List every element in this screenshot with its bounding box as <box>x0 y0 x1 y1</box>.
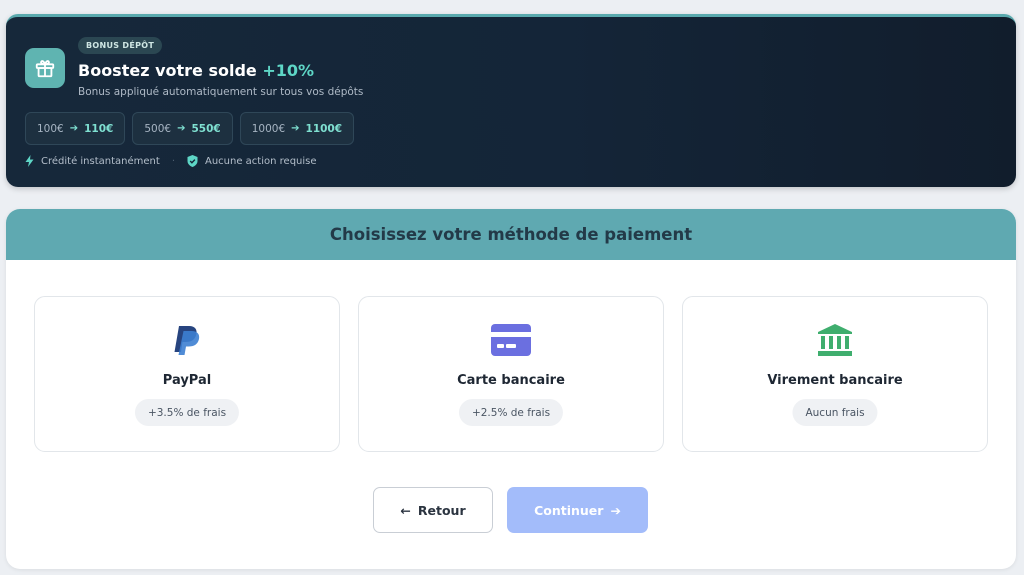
method-name: Carte bancaire <box>457 373 565 388</box>
gift-icon <box>25 48 65 88</box>
bonus-perks: Crédité instantanément · Aucune action r… <box>25 155 317 167</box>
method-paypal[interactable]: PayPal +3.5% de frais <box>34 296 340 452</box>
perk-label: Crédité instantanément <box>41 155 160 167</box>
chip-to: 550€ <box>191 122 221 135</box>
method-name: PayPal <box>162 373 212 388</box>
bonus-chip: 100€ ➔ 110€ <box>25 112 126 145</box>
bonus-badge: BONUS DÉPÔT <box>78 37 163 54</box>
shield-check-icon <box>187 155 198 167</box>
chip-from: 1000€ <box>251 122 286 135</box>
perk-no-action: Aucune action requise <box>187 155 317 167</box>
lightning-icon <box>25 155 34 167</box>
bonus-examples: 100€ ➔ 110€ 500€ ➔ 550€ 1000€ ➔ 1100€ <box>25 112 355 145</box>
method-card[interactable]: Carte bancaire +2.5% de frais <box>358 296 664 452</box>
bonus-title: Boostez votre solde +10% <box>78 61 314 80</box>
arrow-left-icon: ← <box>400 502 411 518</box>
chip-to: 1100€ <box>305 122 343 135</box>
chip-to: 110€ <box>84 122 114 135</box>
method-name: Virement bancaire <box>767 373 903 388</box>
arrow-right-icon: ➔ <box>177 123 186 134</box>
chip-from: 500€ <box>144 122 172 135</box>
bonus-chip: 500€ ➔ 550€ <box>132 112 233 145</box>
method-fee: +2.5% de frais <box>458 399 564 426</box>
method-bank-transfer[interactable]: Virement bancaire Aucun frais <box>682 296 988 452</box>
back-label: Retour <box>417 502 466 518</box>
arrow-right-icon: ➔ <box>291 123 300 134</box>
payment-method-card: Choisissez votre méthode de paiement Pay… <box>6 209 1016 569</box>
bank-icon <box>683 323 987 357</box>
bonus-subtitle: Bonus appliqué automatiquement sur tous … <box>78 86 364 98</box>
method-fee: Aucun frais <box>792 399 878 426</box>
payment-methods: PayPal +3.5% de frais Carte bancaire +2.… <box>34 296 988 452</box>
perk-separator: · <box>171 155 175 167</box>
paypal-icon <box>35 323 339 357</box>
chip-from: 100€ <box>37 122 64 135</box>
continue-button[interactable]: Continuer ➔ <box>507 487 648 533</box>
bonus-banner: BONUS DÉPÔT Boostez votre solde +10% Bon… <box>6 14 1016 187</box>
arrow-right-icon: ➔ <box>69 123 79 134</box>
arrow-right-icon: ➔ <box>610 502 621 518</box>
bonus-title-text: Boostez votre solde <box>78 61 257 80</box>
payment-header: Choisissez votre méthode de paiement <box>6 209 1016 260</box>
perk-instant: Crédité instantanément <box>25 155 160 167</box>
page-title: Choisissez votre méthode de paiement <box>329 225 693 244</box>
method-fee: +3.5% de frais <box>134 399 240 426</box>
back-button[interactable]: ← Retour <box>373 487 493 533</box>
continue-label: Continuer <box>534 502 604 518</box>
bonus-title-accent: +10% <box>262 61 315 80</box>
credit-card-icon <box>359 323 663 357</box>
perk-label: Aucune action requise <box>205 155 317 167</box>
bonus-chip: 1000€ ➔ 1100€ <box>239 112 355 145</box>
